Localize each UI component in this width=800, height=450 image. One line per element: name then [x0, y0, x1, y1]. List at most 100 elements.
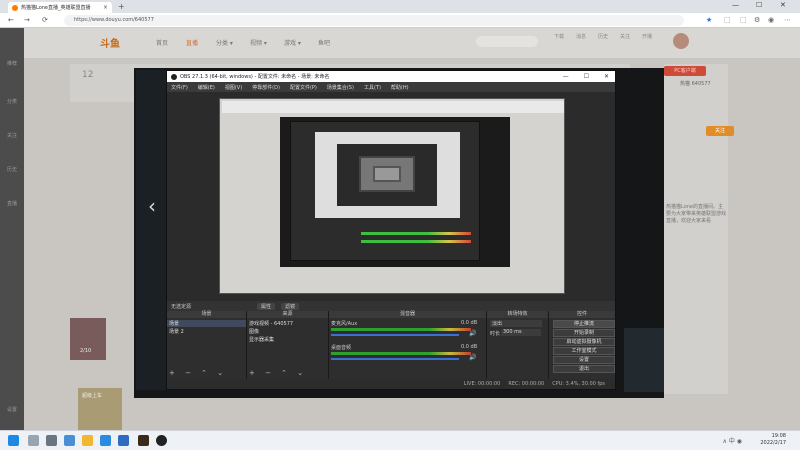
- gift-card-2[interactable]: 超级上车: [78, 388, 122, 432]
- menu-tools[interactable]: 工具(T): [364, 84, 381, 91]
- streamer-description: 热猫猫Lone的直播间。主要为大家带来英雄联盟游戏直播，欢迎大家来看: [666, 204, 727, 224]
- follow-icon[interactable]: 关注: [616, 33, 634, 40]
- room-number: 热猫 640577: [680, 81, 711, 87]
- window-close-button[interactable]: ✕: [780, 1, 786, 9]
- client-badge[interactable]: PC客户端: [664, 66, 706, 76]
- start-icon[interactable]: [8, 435, 19, 446]
- source-item[interactable]: 图像: [249, 328, 259, 335]
- store-icon[interactable]: [100, 435, 111, 446]
- obs-taskbar-icon[interactable]: [156, 435, 167, 446]
- mixer-speaker-icon[interactable]: 🔊: [469, 354, 476, 361]
- gift-card[interactable]: 2/10: [70, 318, 106, 360]
- nav-category[interactable]: 分类 ▾: [216, 38, 233, 47]
- properties-button[interactable]: 属性: [257, 302, 276, 310]
- sources-dock-controls[interactable]: + − ⌃ ⌄: [249, 369, 307, 377]
- broadcast-icon[interactable]: 开播: [638, 33, 656, 40]
- menu-file[interactable]: 文件(F): [171, 84, 188, 91]
- preview-canvas[interactable]: [219, 98, 565, 294]
- filters-button[interactable]: 滤镜: [281, 302, 300, 310]
- source-item[interactable]: 显示器采集: [249, 336, 274, 343]
- exit-button[interactable]: 退出: [553, 365, 615, 373]
- taskbar: ∧ 中 ◉ 19:08 2022/2/17: [0, 430, 800, 450]
- mixer-channel-mic-volume-slider[interactable]: [331, 334, 459, 336]
- settings-icon[interactable]: ⚙: [754, 16, 760, 24]
- site-search-input[interactable]: [476, 36, 538, 47]
- mail-icon[interactable]: [118, 435, 129, 446]
- message-icon[interactable]: 消息: [572, 33, 590, 40]
- follow-button[interactable]: 关注: [706, 126, 734, 136]
- menu-help[interactable]: 帮助(H): [391, 84, 409, 91]
- mixer-channel-desktop-volume-slider[interactable]: [331, 358, 459, 360]
- browser-tab[interactable]: 热猫猫Lone直播_英雄联盟直播 ×: [8, 2, 112, 13]
- nav-video[interactable]: 视频 ▾: [250, 38, 267, 47]
- captured-obs-window: [290, 121, 480, 261]
- side-nav-history[interactable]: 历史: [3, 166, 21, 173]
- tab-close-icon[interactable]: ×: [103, 4, 108, 11]
- download-icon[interactable]: 下载: [550, 33, 568, 40]
- live-timer: LIVE: 00:00:00: [463, 381, 501, 387]
- transitions-header: 转场特效: [487, 311, 548, 318]
- scenes-dock-controls[interactable]: + − ⌃ ⌄: [169, 369, 227, 377]
- address-bar[interactable]: https://www.douyu.com/640577: [64, 15, 684, 26]
- scene-item[interactable]: 场景 2: [169, 328, 184, 335]
- side-nav-recommend[interactable]: 推荐: [3, 60, 21, 67]
- duration-input[interactable]: 300 ms: [501, 329, 541, 336]
- lol-client-icon[interactable]: [138, 435, 149, 446]
- transition-type-select[interactable]: 淡出: [490, 320, 542, 327]
- sources-header: 来源: [247, 311, 328, 318]
- obs-minimize-button[interactable]: —: [557, 73, 575, 80]
- tab-title: 热猫猫Lone直播_英雄联盟直播: [21, 5, 91, 11]
- menu-profile[interactable]: 配置文件(P): [290, 84, 317, 91]
- more-menu-icon[interactable]: ⋯: [784, 16, 791, 24]
- stop-streaming-button[interactable]: 停止推流: [553, 320, 615, 328]
- side-nav-settings[interactable]: 设置: [3, 406, 21, 413]
- system-tray[interactable]: ∧ 中 ◉: [723, 436, 742, 445]
- settings-button[interactable]: 设置: [553, 356, 615, 364]
- reload-icon[interactable]: ⟳: [42, 16, 48, 24]
- room-level: 12: [82, 70, 94, 80]
- obs-maximize-button[interactable]: ☐: [578, 73, 595, 80]
- forward-icon[interactable]: →: [24, 16, 30, 24]
- audio-mixer-dock: 混音器 麦克风/Aux 0.0 dB 🔊 桌面音频 0.0 dB 🔊: [329, 311, 487, 379]
- collections-icon[interactable]: ⬚: [740, 16, 747, 24]
- side-nav-category[interactable]: 分类: [3, 98, 21, 105]
- obs-close-button[interactable]: ✕: [598, 73, 615, 80]
- file-explorer-icon[interactable]: [82, 435, 93, 446]
- bookmark-star-icon[interactable]: ★: [706, 16, 712, 24]
- clock[interactable]: 19:08 2022/2/17: [760, 433, 786, 447]
- history-icon[interactable]: 历史: [594, 33, 612, 40]
- clock-date: 2022/2/17: [760, 440, 786, 446]
- back-icon[interactable]: ←: [8, 16, 14, 24]
- obs-preview-area[interactable]: [167, 92, 615, 301]
- window-maximize-button[interactable]: ☐: [756, 1, 762, 9]
- menu-edit[interactable]: 编辑(E): [198, 84, 215, 91]
- nav-yuba[interactable]: 鱼吧: [318, 38, 330, 47]
- start-recording-button[interactable]: 开始录制: [553, 329, 615, 337]
- nav-game[interactable]: 游戏 ▾: [284, 38, 301, 47]
- studio-mode-button[interactable]: 工作室模式: [553, 347, 615, 355]
- search-icon[interactable]: [28, 435, 39, 446]
- window-minimize-button[interactable]: —: [732, 1, 739, 9]
- menu-scene-collection[interactable]: 场景集合(S): [327, 84, 354, 91]
- nav-home[interactable]: 首页: [156, 38, 168, 47]
- obs-window: OBS 27.1.3 (64-bit, windows) - 配置文件: 未命名…: [166, 70, 616, 390]
- menu-view[interactable]: 视图(V): [225, 84, 242, 91]
- extension-icon[interactable]: ⬚: [724, 16, 731, 24]
- menu-docks[interactable]: 停靠部件(D): [252, 84, 280, 91]
- source-item[interactable]: 游戏视频 - 640577: [249, 320, 293, 327]
- edge-icon[interactable]: [64, 435, 75, 446]
- scene-item[interactable]: 场景: [167, 320, 246, 327]
- nav-live[interactable]: 直播: [186, 38, 198, 47]
- profile-icon[interactable]: ◉: [768, 16, 774, 24]
- new-tab-button[interactable]: +: [118, 2, 125, 11]
- mixer-speaker-icon[interactable]: 🔊: [469, 330, 476, 337]
- side-nav-live[interactable]: 直播: [3, 200, 21, 207]
- side-nav-follow[interactable]: 关注: [3, 132, 21, 139]
- task-view-icon[interactable]: [46, 435, 57, 446]
- user-avatar[interactable]: [673, 33, 689, 49]
- start-virtual-camera-button[interactable]: 启动虚拟摄像机: [553, 338, 615, 346]
- obs-logo-icon: [171, 73, 177, 80]
- site-logo[interactable]: 斗鱼: [100, 35, 120, 50]
- browser-toolbar: ← → ⟳ https://www.douyu.com/640577 ★ ⬚ ⬚…: [0, 13, 800, 28]
- prev-arrow-icon[interactable]: ‹: [148, 194, 156, 218]
